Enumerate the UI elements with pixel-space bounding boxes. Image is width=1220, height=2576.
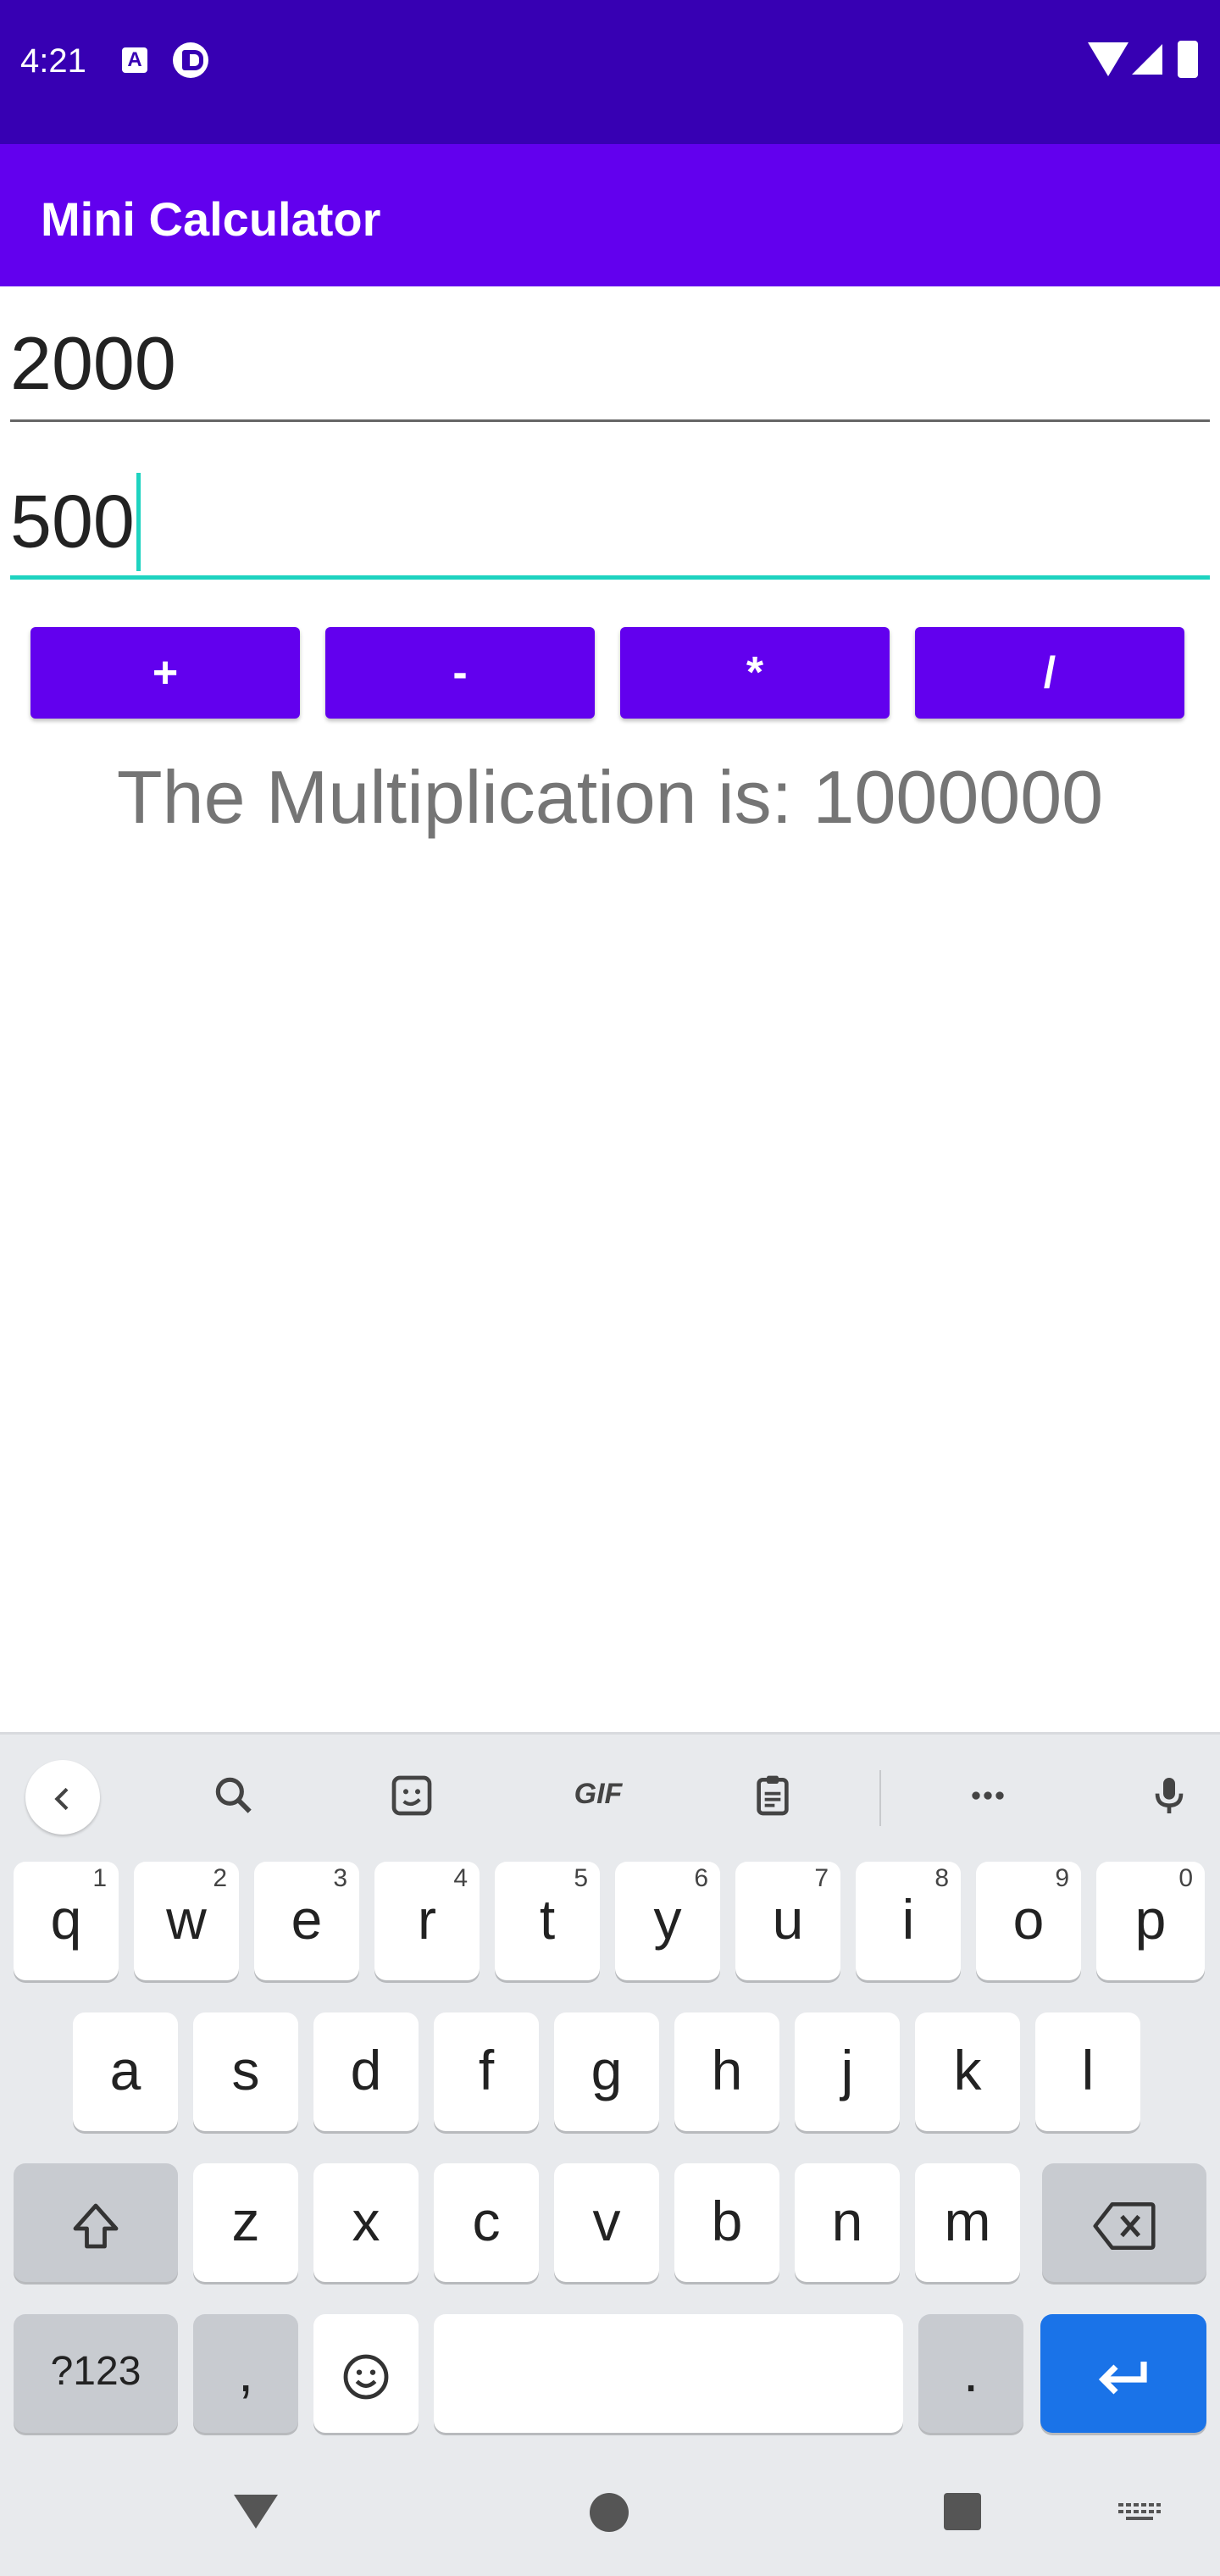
key-r-hint: 4 (453, 1864, 468, 1892)
first-number-field[interactable]: 2000 (10, 295, 1210, 422)
key-e-hint: 3 (333, 1864, 347, 1892)
key-x[interactable]: x (313, 2163, 419, 2282)
cell-signal-icon (1132, 44, 1162, 75)
key-i[interactable]: i8 (856, 1862, 961, 1980)
key-p-hint: 0 (1178, 1864, 1193, 1892)
key-o-hint: 9 (1055, 1864, 1069, 1892)
more-options-icon[interactable] (954, 1760, 1022, 1828)
key-p-label: p (1134, 1888, 1167, 1951)
microphone-icon[interactable] (1135, 1760, 1203, 1828)
key-t[interactable]: t5 (495, 1862, 600, 1980)
key-v[interactable]: v (554, 2163, 659, 2282)
backspace-key[interactable] (1042, 2163, 1206, 2282)
key-i-hint: 8 (934, 1864, 949, 1892)
key-o-label: o (1012, 1888, 1045, 1951)
emoji-icon (343, 2354, 389, 2399)
key-t-hint: 5 (574, 1864, 588, 1892)
key-d[interactable]: d (313, 2012, 419, 2131)
key-q-hint: 1 (92, 1864, 107, 1892)
key-q[interactable]: q1 (14, 1862, 119, 1980)
key-o[interactable]: o9 (976, 1862, 1081, 1980)
subtract-button[interactable]: - (325, 627, 595, 719)
second-number-value: 500 (10, 479, 135, 564)
keyboard-toolbar: GIF (0, 1735, 1220, 1845)
chevron-left-icon[interactable] (25, 1760, 100, 1835)
key-i-label: i (901, 1888, 915, 1951)
add-button[interactable]: + (30, 627, 300, 719)
key-n[interactable]: n (795, 2163, 900, 2282)
emoji-key[interactable] (313, 2314, 419, 2433)
key-e-label: e (291, 1888, 323, 1951)
space-key[interactable] (434, 2314, 903, 2433)
key-l[interactable]: l (1035, 2012, 1140, 2131)
enter-icon (1098, 2361, 1147, 2395)
app-bar: Mini Calculator (0, 144, 1220, 286)
keyboard-notification-icon: A (122, 47, 147, 73)
first-number-value: 2000 (10, 321, 176, 405)
keyboard-switch-icon[interactable] (1118, 2501, 1161, 2527)
key-p[interactable]: p0 (1096, 1862, 1205, 1980)
soft-keyboard: GIF q1 w2 e3 r4 t5 y6 u7 i8 o9 p0 a s d … (0, 1732, 1220, 2455)
key-h[interactable]: h (674, 2012, 779, 2131)
nav-home-icon[interactable] (590, 2493, 629, 2532)
key-j[interactable]: j (795, 2012, 900, 2131)
battery-icon (1178, 41, 1198, 78)
first-number-underline (10, 419, 1210, 422)
key-q-label: q (50, 1888, 82, 1951)
key-y[interactable]: y6 (615, 1862, 720, 1980)
key-e[interactable]: e3 (254, 1862, 359, 1980)
second-number-underline (10, 575, 1210, 580)
enter-key[interactable] (1040, 2314, 1206, 2433)
result-text: The Multiplication is: 1000000 (116, 755, 1104, 839)
search-icon[interactable] (200, 1760, 268, 1828)
key-w-hint: 2 (213, 1864, 227, 1892)
gif-icon[interactable]: GIF (556, 1760, 640, 1828)
key-r-label: r (418, 1888, 436, 1951)
shift-icon (73, 2203, 119, 2248)
symbols-key[interactable]: ?123 (14, 2314, 178, 2433)
divide-button[interactable]: / (915, 627, 1184, 719)
key-w[interactable]: w2 (134, 1862, 239, 1980)
key-m[interactable]: m (915, 2163, 1020, 2282)
shift-key[interactable] (14, 2163, 178, 2282)
nav-back-icon[interactable] (234, 2495, 278, 2529)
backspace-icon (1093, 2201, 1156, 2250)
key-k[interactable]: k (915, 2012, 1020, 2131)
key-g[interactable]: g (554, 2012, 659, 2131)
multiply-button[interactable]: * (620, 627, 890, 719)
key-t-label: t (539, 1888, 556, 1951)
key-c[interactable]: c (434, 2163, 539, 2282)
key-z[interactable]: z (193, 2163, 298, 2282)
key-s[interactable]: s (193, 2012, 298, 2131)
key-f[interactable]: f (434, 2012, 539, 2131)
key-a[interactable]: a (73, 2012, 178, 2131)
comma-key[interactable]: , (193, 2314, 298, 2433)
status-bar: 4:21 A (0, 0, 1220, 144)
sticker-icon[interactable] (378, 1760, 446, 1828)
key-b[interactable]: b (674, 2163, 779, 2282)
second-number-text: 500 (10, 473, 141, 576)
clipboard-icon[interactable] (739, 1760, 807, 1828)
key-r[interactable]: r4 (374, 1862, 480, 1980)
key-y-label: y (653, 1888, 682, 1951)
text-cursor (136, 473, 141, 571)
wifi-icon (1088, 42, 1128, 76)
second-number-field[interactable]: 500 (10, 452, 1210, 580)
key-u[interactable]: u7 (735, 1862, 840, 1980)
nav-recents-icon[interactable] (944, 2493, 981, 2530)
period-key[interactable]: . (918, 2314, 1023, 2433)
status-time: 4:21 (20, 42, 86, 80)
operation-buttons: + - * / (30, 627, 1186, 719)
app-notification-icon (173, 42, 208, 78)
key-w-label: w (166, 1888, 207, 1951)
key-y-hint: 6 (694, 1864, 708, 1892)
toolbar-divider (879, 1770, 881, 1826)
key-u-hint: 7 (814, 1864, 829, 1892)
key-u-label: u (772, 1888, 804, 1951)
app-title: Mini Calculator (41, 192, 381, 246)
navigation-bar (0, 2452, 1220, 2576)
